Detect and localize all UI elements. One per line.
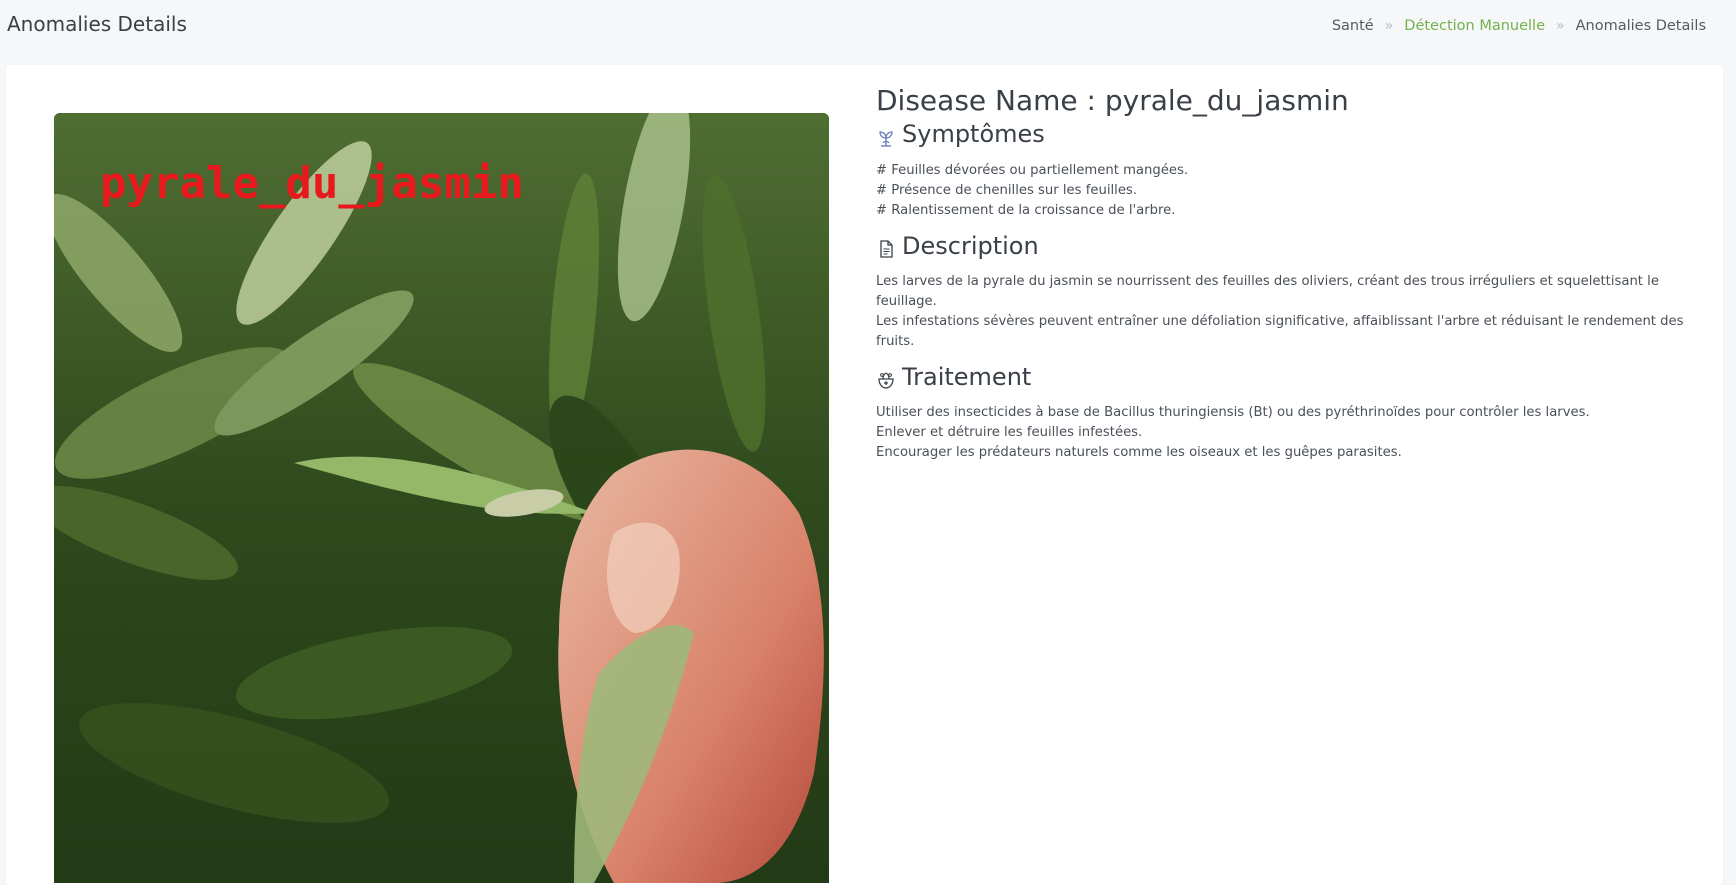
breadcrumb-separator: » (1384, 18, 1394, 34)
treatment-heading-label: Traitement (902, 362, 1032, 391)
disease-name: pyrale_du_jasmin (1104, 84, 1349, 117)
medicine-pot-icon (876, 367, 896, 390)
treatment-item: Utiliser des insecticides à base de Baci… (876, 404, 1590, 420)
description-paragraph: Les infestations sévères peuvent entraîn… (876, 313, 1684, 349)
overlay-label: pyrale_du_jasmin (100, 158, 524, 209)
disease-title-prefix: Disease Name : (876, 84, 1105, 117)
treatment-item: Encourager les prédateurs naturels comme… (876, 444, 1402, 460)
details-card: pyrale_du_jasmin Disease Name : pyrale_d… (6, 65, 1723, 885)
breadcrumb-item-detection-manuelle[interactable]: Détection Manuelle (1404, 18, 1545, 34)
symptom-item: # Ralentissement de la croissance de l'a… (876, 202, 1176, 218)
symptoms-list: # Feuilles dévorées ou partiellement man… (876, 161, 1696, 221)
treatment-list: Utiliser des insecticides à base de Baci… (876, 403, 1696, 463)
breadcrumb-item-anomalies-details: Anomalies Details (1575, 18, 1706, 34)
symptom-item: # Présence de chenilles sur les feuilles… (876, 182, 1137, 198)
treatment-heading: Traitement (876, 362, 1696, 393)
document-icon (876, 236, 896, 258)
symptoms-heading: Symptômes (876, 119, 1696, 150)
symptom-item: # Feuilles dévorées ou partiellement man… (876, 162, 1189, 178)
description-heading-label: Description (902, 231, 1039, 260)
description-paragraph: Les larves de la pyrale du jasmin se nou… (876, 273, 1659, 309)
breadcrumb-separator: » (1556, 18, 1565, 34)
olive-leaf-photo: pyrale_du_jasmin (54, 113, 829, 883)
disease-info: Disease Name : pyrale_du_jasmin Symptôme… (876, 83, 1696, 473)
disease-title: Disease Name : pyrale_du_jasmin (876, 83, 1696, 119)
description-text: Les larves de la pyrale du jasmin se nou… (876, 272, 1696, 352)
page-title: Anomalies Details (7, 12, 187, 36)
treatment-item: Enlever et détruire les feuilles infesté… (876, 424, 1143, 440)
description-heading: Description (876, 231, 1696, 262)
sprout-icon (876, 125, 896, 147)
breadcrumb-item-sante[interactable]: Santé (1332, 18, 1374, 34)
symptoms-heading-label: Symptômes (902, 120, 1045, 149)
page-header: Anomalies Details Santé » Détection Manu… (0, 0, 1736, 64)
breadcrumb: Santé » Détection Manuelle » Anomalies D… (1332, 18, 1706, 34)
detection-image: pyrale_du_jasmin (54, 113, 829, 883)
